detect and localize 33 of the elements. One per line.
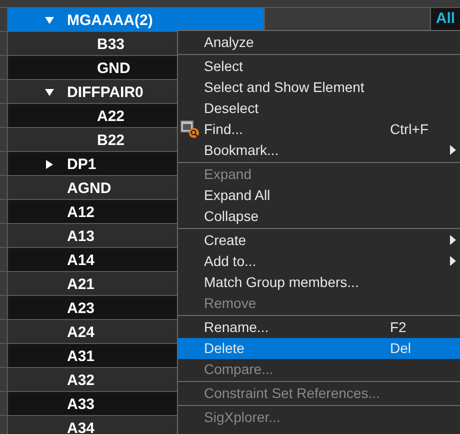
shortcut-label: F2	[390, 318, 406, 337]
collapsed-arrow-icon[interactable]	[45, 160, 54, 169]
net-name: B22	[97, 131, 125, 151]
net-name: A22	[97, 107, 125, 127]
menu-label: Add to...	[204, 252, 256, 271]
menu-label: Select	[204, 57, 243, 76]
tree-row[interactable]: MGAAAA(2)	[8, 8, 264, 31]
net-name: A23	[67, 299, 95, 319]
menu-label: Analyze	[204, 33, 254, 52]
net-name: A31	[67, 347, 95, 367]
menu-label: Collapse	[204, 207, 258, 226]
filter-value: All	[436, 9, 456, 30]
net-name: GND	[97, 59, 130, 79]
net-name: A33	[67, 395, 95, 415]
expanded-arrow-icon[interactable]	[45, 88, 54, 97]
net-name: DP1	[67, 155, 96, 175]
net-name: DIFFPAIR0	[67, 83, 144, 103]
net-name: A32	[67, 371, 95, 391]
net-name: B33	[97, 35, 125, 55]
menu-label: Remove	[204, 294, 256, 313]
menu-item[interactable]: Delete Del	[178, 338, 460, 359]
net-name: A34	[67, 419, 95, 434]
net-name: A14	[67, 251, 95, 271]
net-name: A12	[67, 203, 95, 223]
net-name: MGAAAA(2)	[67, 11, 153, 31]
find-icon	[180, 120, 202, 140]
shortcut-label: Del	[390, 339, 412, 358]
net-name: AGND	[67, 179, 112, 199]
net-name: A13	[67, 227, 95, 247]
menu-label: Create	[204, 231, 246, 250]
net-name: A24	[67, 323, 95, 343]
shortcut-label: Ctrl+F	[390, 120, 428, 139]
net-name: A21	[67, 275, 95, 295]
